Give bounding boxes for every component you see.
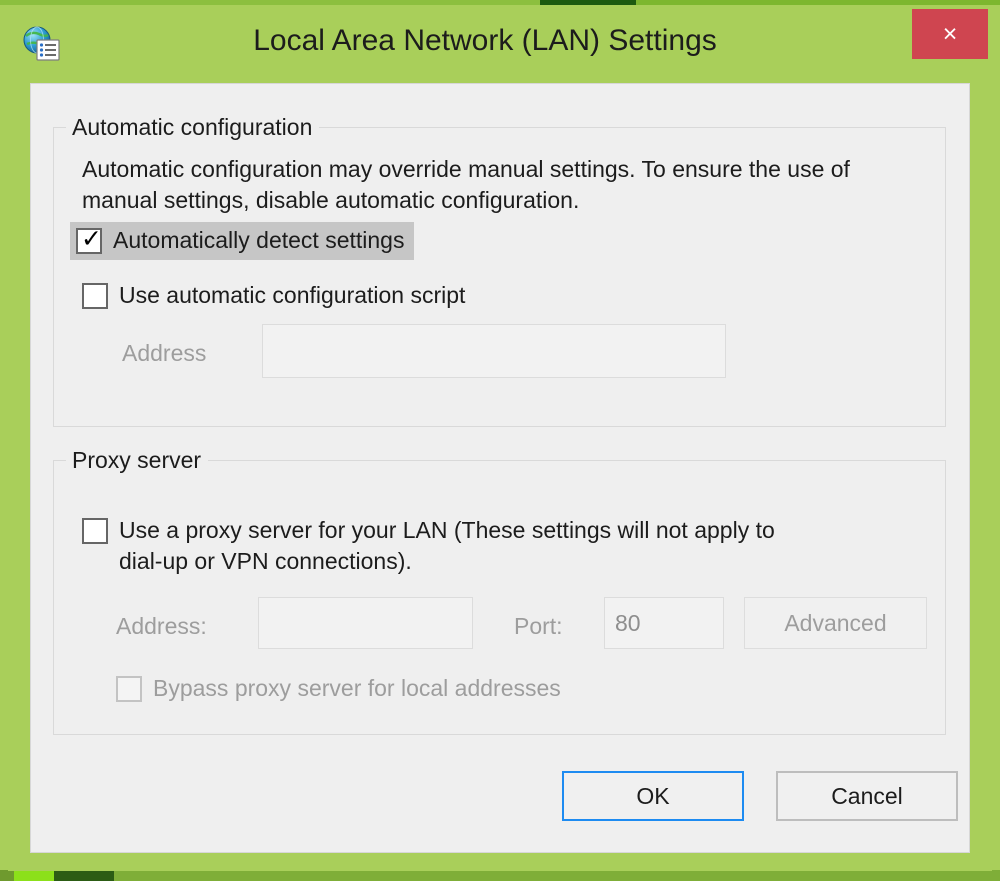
ok-button[interactable]: OK xyxy=(562,771,744,821)
proxy-address-label: Address: xyxy=(116,613,207,639)
auto-detect-settings-label: Automatically detect settings xyxy=(113,227,405,253)
auto-config-script-label: Use automatic configuration script xyxy=(119,282,466,308)
desktop-background-bottom-1 xyxy=(0,870,14,881)
bypass-proxy-checkbox-row[interactable]: Bypass proxy server for local addresses xyxy=(116,673,561,704)
bypass-proxy-label: Bypass proxy server for local addresses xyxy=(153,675,561,701)
automatic-configuration-legend: Automatic configuration xyxy=(66,114,320,141)
cancel-button[interactable]: Cancel xyxy=(776,771,958,821)
close-icon: × xyxy=(942,19,958,48)
proxy-server-group: Proxy server Use a proxy server for your… xyxy=(53,447,946,735)
desktop-background-bottom-4 xyxy=(114,870,1000,881)
checkmark-icon: ✓ xyxy=(81,224,102,253)
proxy-address-input[interactable] xyxy=(258,597,473,649)
proxy-port-input[interactable] xyxy=(604,597,724,649)
bypass-proxy-checkbox[interactable] xyxy=(116,676,142,702)
automatic-configuration-group: Automatic configuration Automatic config… xyxy=(53,114,946,427)
proxy-port-label: Port: xyxy=(514,613,563,639)
title-bar: Local Area Network (LAN) Settings × xyxy=(8,5,992,83)
auto-script-address-label: Address xyxy=(122,340,207,366)
advanced-button[interactable]: Advanced xyxy=(744,597,927,649)
desktop-background-bottom-3 xyxy=(54,870,114,881)
auto-config-script-checkbox[interactable] xyxy=(82,283,108,309)
proxy-server-legend: Proxy server xyxy=(66,447,209,474)
use-proxy-server-checkbox-row[interactable]: Use a proxy server for your LAN (These s… xyxy=(82,515,775,577)
desktop-background-bottom-2 xyxy=(14,870,54,881)
automatic-configuration-description: Automatic configuration may override man… xyxy=(82,156,850,213)
auto-detect-settings-checkbox-row[interactable]: ✓ Automatically detect settings xyxy=(70,222,415,260)
close-button[interactable]: × xyxy=(912,9,988,59)
dialog-client-area: Automatic configuration Automatic config… xyxy=(30,83,970,853)
lan-settings-dialog: Local Area Network (LAN) Settings × Auto… xyxy=(8,5,992,871)
auto-script-address-input[interactable] xyxy=(262,324,726,378)
use-proxy-server-checkbox[interactable] xyxy=(82,518,108,544)
auto-config-script-checkbox-row[interactable]: Use automatic configuration script xyxy=(82,280,465,311)
window-title: Local Area Network (LAN) Settings xyxy=(253,24,717,57)
auto-detect-settings-checkbox[interactable]: ✓ xyxy=(76,224,102,254)
use-proxy-server-label: Use a proxy server for your LAN (These s… xyxy=(119,517,775,574)
